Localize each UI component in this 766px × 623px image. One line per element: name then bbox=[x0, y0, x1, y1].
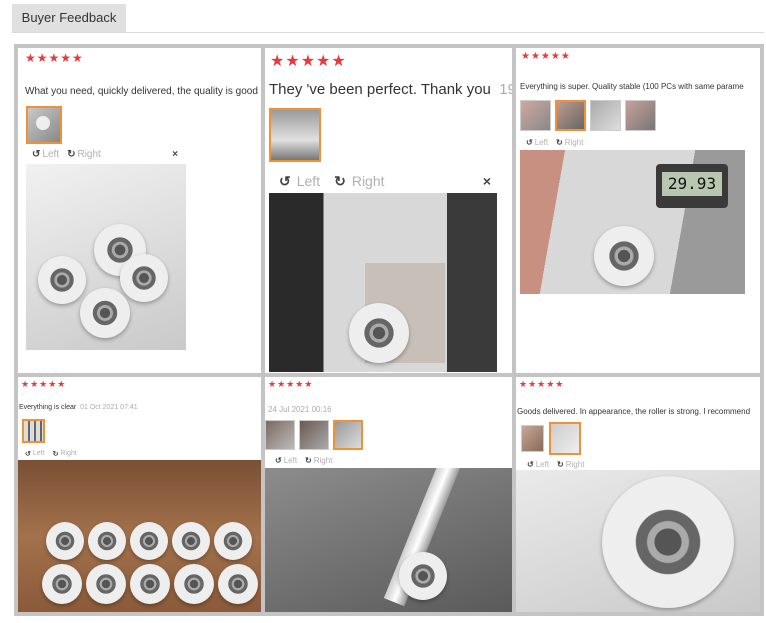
rotate-left-label[interactable]: Left bbox=[535, 138, 548, 147]
roller-wheel bbox=[46, 522, 84, 560]
rotate-left-label[interactable]: Left bbox=[284, 456, 297, 465]
rotate-right-label[interactable]: Right bbox=[314, 456, 333, 465]
roller-wheel bbox=[218, 564, 258, 604]
review-card: ★★★★★ They 've been perfect. Thank you 1… bbox=[265, 48, 512, 373]
review-text: 24 Jul 2021 00:16 bbox=[268, 405, 332, 414]
rotate-right-label[interactable]: Right bbox=[566, 460, 585, 469]
review-text: Everything is super. Quality stable (100… bbox=[520, 82, 744, 91]
review-text: What you need, quickly delivered, the qu… bbox=[25, 86, 258, 97]
rotate-left-label[interactable]: Left bbox=[297, 173, 320, 189]
tab-divider bbox=[12, 32, 764, 33]
rotate-left-icon[interactable]: ↺ bbox=[279, 173, 291, 190]
review-thumbnail[interactable] bbox=[590, 100, 621, 131]
review-thumbnail[interactable] bbox=[549, 422, 581, 455]
tab-buyer-feedback[interactable]: Buyer Feedback bbox=[12, 4, 126, 32]
review-thumbnail[interactable] bbox=[269, 108, 321, 162]
review-thumbnail[interactable] bbox=[22, 419, 45, 443]
roller-wheel bbox=[349, 303, 409, 363]
roller-wheel bbox=[214, 522, 252, 560]
review-photo bbox=[26, 164, 186, 350]
rotate-right-icon[interactable]: ↻ bbox=[334, 173, 346, 190]
rotate-left-icon[interactable]: ↺ bbox=[527, 460, 534, 469]
rotate-right-label[interactable]: Right bbox=[352, 173, 385, 189]
review-card: ★★★★★ Everything is super. Quality stabl… bbox=[516, 48, 760, 373]
rotate-right-icon[interactable]: ↻ bbox=[557, 460, 564, 469]
review-text: They 've been perfect. Thank you 19 C bbox=[269, 81, 512, 98]
roller-wheel bbox=[86, 564, 126, 604]
rating-stars: ★★★★★ bbox=[521, 51, 571, 62]
review-thumbnail[interactable] bbox=[265, 420, 295, 450]
rotate-left-icon[interactable]: ↺ bbox=[275, 456, 282, 465]
rating-stars: ★★★★★ bbox=[270, 53, 347, 70]
review-text: Everything is clear 01 Oct 2021 07:41 bbox=[19, 404, 138, 411]
close-icon[interactable]: × bbox=[172, 149, 178, 160]
rotate-right-icon[interactable]: ↻ bbox=[67, 149, 75, 160]
roller-wheel bbox=[42, 564, 82, 604]
caliper-reading: 29.93 bbox=[662, 172, 722, 196]
image-viewer-controls: ↺ Left ↻ Right bbox=[520, 136, 730, 148]
roller-wheel bbox=[120, 254, 168, 302]
close-icon[interactable]: × bbox=[483, 173, 491, 189]
rotate-left-label[interactable]: Left bbox=[42, 149, 59, 160]
rating-stars: ★★★★★ bbox=[519, 379, 565, 389]
roller-wheel bbox=[399, 552, 447, 600]
review-thumbnail[interactable] bbox=[521, 425, 544, 452]
review-card: ★★★★★ Goods delivered. In appearance, th… bbox=[516, 377, 760, 612]
review-photo bbox=[265, 468, 512, 612]
rotate-left-icon[interactable]: ↺ bbox=[25, 450, 31, 458]
rotate-right-icon[interactable]: ↻ bbox=[53, 450, 59, 458]
review-photo bbox=[18, 460, 261, 612]
review-thumbnail[interactable] bbox=[299, 420, 329, 450]
roller-wheel bbox=[174, 564, 214, 604]
review-text: Goods delivered. In appearance, the roll… bbox=[517, 407, 751, 416]
rating-stars: ★★★★★ bbox=[21, 379, 67, 389]
roller-wheel bbox=[602, 476, 734, 608]
rotate-right-label[interactable]: Right bbox=[60, 450, 76, 457]
roller-wheel bbox=[130, 522, 168, 560]
roller-wheel bbox=[38, 256, 86, 304]
rotate-left-icon[interactable]: ↺ bbox=[32, 149, 40, 160]
rotate-left-label[interactable]: Left bbox=[536, 460, 549, 469]
review-thumbnail[interactable] bbox=[26, 106, 62, 144]
review-photo: 29.93 bbox=[520, 150, 745, 294]
review-card: ★★★★★ 24 Jul 2021 00:16 ↺ Left ↻ Right bbox=[265, 377, 512, 612]
rating-stars: ★★★★★ bbox=[25, 51, 84, 65]
image-viewer-controls: ↺ Left ↻ Right bbox=[269, 455, 429, 466]
review-thumbnail[interactable] bbox=[555, 100, 586, 131]
rotate-right-icon[interactable]: ↻ bbox=[305, 456, 312, 465]
image-viewer-controls: ↺ Left ↻ Right × bbox=[269, 170, 497, 192]
image-viewer-controls: ↺ Left ↻ Right × bbox=[26, 146, 184, 162]
image-viewer-controls: ↺ Left ↻ Right bbox=[22, 448, 182, 459]
roller-wheel bbox=[80, 288, 130, 338]
roller-wheel bbox=[130, 564, 170, 604]
rotate-left-label[interactable]: Left bbox=[33, 450, 45, 457]
rotate-right-label[interactable]: Right bbox=[77, 149, 100, 160]
review-card: ★★★★★ What you need, quickly delivered, … bbox=[18, 48, 261, 373]
roller-wheel bbox=[172, 522, 210, 560]
review-thumbnail[interactable] bbox=[333, 420, 363, 450]
review-thumbnail[interactable] bbox=[625, 100, 656, 131]
roller-wheel bbox=[594, 226, 654, 286]
rating-stars: ★★★★★ bbox=[268, 379, 314, 389]
image-viewer-controls: ↺ Left ↻ Right bbox=[521, 459, 681, 470]
rotate-left-icon[interactable]: ↺ bbox=[526, 138, 533, 147]
rotate-right-icon[interactable]: ↻ bbox=[556, 138, 563, 147]
review-card: ★★★★★ Everything is clear 01 Oct 2021 07… bbox=[18, 377, 261, 612]
review-thumbnail[interactable] bbox=[520, 100, 551, 131]
caliper-display: 29.93 bbox=[656, 164, 728, 208]
rotate-right-label[interactable]: Right bbox=[565, 138, 584, 147]
feedback-grid: ★★★★★ What you need, quickly delivered, … bbox=[14, 44, 764, 616]
review-photo bbox=[269, 193, 497, 372]
review-photo bbox=[516, 470, 760, 612]
roller-wheel bbox=[88, 522, 126, 560]
